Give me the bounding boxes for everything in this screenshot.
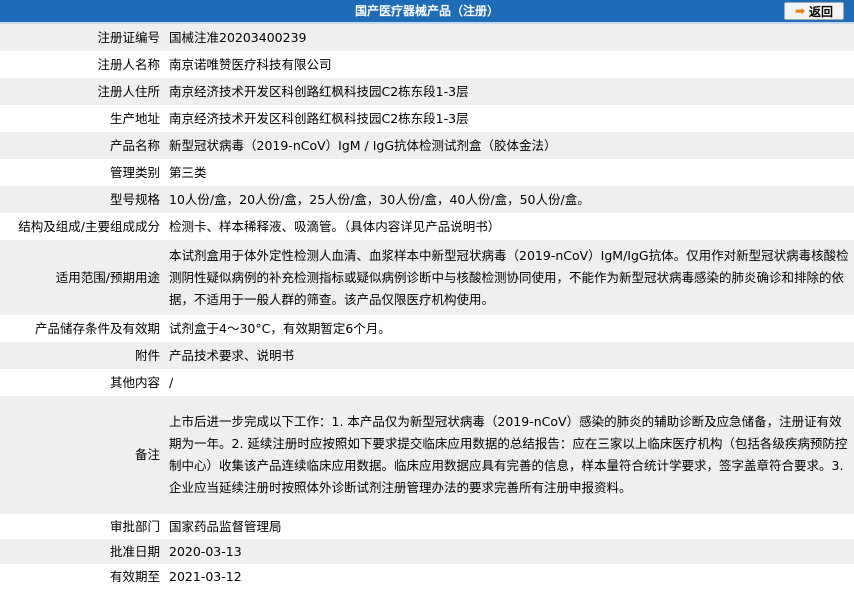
field-value: 南京诺唯赞医疗科技有限公司: [165, 51, 854, 78]
field-value: 2021-03-12: [165, 564, 854, 589]
field-value: 试剂盒于4～30°C，有效期暂定6个月。: [165, 315, 854, 342]
table-row: 批准日期 2020-03-13: [0, 539, 854, 564]
field-label: 注册证编号: [0, 24, 165, 51]
table-row: 注册证编号 国械注准20203400239: [0, 24, 854, 51]
table-row: 产品名称 新型冠状病毒（2019-nCoV）IgM / IgG抗体检测试剂盒（胶…: [0, 132, 854, 159]
table-row: 适用范围/预期用途 本试剂盒用于体外定性检测人血清、血浆样本中新型冠状病毒（20…: [0, 240, 854, 315]
field-label: 适用范围/预期用途: [0, 240, 165, 315]
table-row: 审批部门 国家药品监督管理局: [0, 514, 854, 539]
field-value: 新型冠状病毒（2019-nCoV）IgM / IgG抗体检测试剂盒（胶体金法）: [165, 132, 854, 159]
table-row: 附件 产品技术要求、说明书: [0, 342, 854, 369]
table-row: 有效期至 2021-03-12: [0, 564, 854, 589]
field-value: 南京经济技术开发区科创路红枫科技园C2栋东段1-3层: [165, 105, 854, 132]
arrow-right-icon: ➡: [794, 4, 806, 18]
table-row: 结构及组成/主要组成成分 检测卡、样本稀释液、吸滴管。（具体内容详见产品说明书）: [0, 213, 854, 240]
table-row: 备注 上市后进一步完成以下工作：1. 本产品仅为新型冠状病毒（2019-nCoV…: [0, 396, 854, 514]
record-table: 注册证编号 国械注准20203400239 注册人名称 南京诺唯赞医疗科技有限公…: [0, 24, 854, 589]
back-button[interactable]: ➡ 返回: [784, 2, 844, 20]
field-value: 国械注准20203400239: [165, 24, 854, 51]
field-value: 本试剂盒用于体外定性检测人血清、血浆样本中新型冠状病毒（2019-nCoV）Ig…: [165, 240, 854, 315]
table-row: 注册人住所 南京经济技术开发区科创路红枫科技园C2栋东段1-3层: [0, 78, 854, 105]
field-label: 审批部门: [0, 514, 165, 539]
field-label: 产品储存条件及有效期: [0, 315, 165, 342]
back-button-label: 返回: [809, 4, 834, 19]
field-value: 第三类: [165, 159, 854, 186]
field-label: 管理类别: [0, 159, 165, 186]
field-label: 注册人住所: [0, 78, 165, 105]
page-title: 国产医疗器械产品（注册）: [354, 4, 499, 18]
field-value: 10人份/盒，20人份/盒，25人份/盒，30人份/盒，40人份/盒，50人份/…: [165, 186, 854, 213]
field-label: 批准日期: [0, 539, 165, 564]
table-row: 型号规格 10人份/盒，20人份/盒，25人份/盒，30人份/盒，40人份/盒，…: [0, 186, 854, 213]
table-row: 管理类别 第三类: [0, 159, 854, 186]
field-label: 有效期至: [0, 564, 165, 589]
page-header: 国产医疗器械产品（注册） ➡ 返回: [0, 0, 854, 24]
field-label: 其他内容: [0, 369, 165, 396]
field-value: 检测卡、样本稀释液、吸滴管。（具体内容详见产品说明书）: [165, 213, 854, 240]
field-label: 结构及组成/主要组成成分: [0, 213, 165, 240]
field-label: 生产地址: [0, 105, 165, 132]
table-row: 其他内容 /: [0, 369, 854, 396]
field-value: /: [165, 369, 854, 396]
table-row: 注册人名称 南京诺唯赞医疗科技有限公司: [0, 51, 854, 78]
table-row: 生产地址 南京经济技术开发区科创路红枫科技园C2栋东段1-3层: [0, 105, 854, 132]
field-value: 2020-03-13: [165, 539, 854, 564]
table-row: 产品储存条件及有效期 试剂盒于4～30°C，有效期暂定6个月。: [0, 315, 854, 342]
field-value: 上市后进一步完成以下工作：1. 本产品仅为新型冠状病毒（2019-nCoV）感染…: [165, 396, 854, 514]
field-label: 附件: [0, 342, 165, 369]
field-value: 产品技术要求、说明书: [165, 342, 854, 369]
field-label: 注册人名称: [0, 51, 165, 78]
field-label: 产品名称: [0, 132, 165, 159]
field-label: 型号规格: [0, 186, 165, 213]
field-value: 国家药品监督管理局: [165, 514, 854, 539]
field-value: 南京经济技术开发区科创路红枫科技园C2栋东段1-3层: [165, 78, 854, 105]
field-label: 备注: [0, 396, 165, 514]
